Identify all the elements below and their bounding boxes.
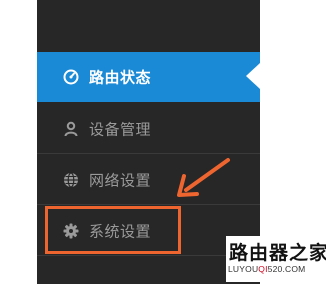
watermark-url: LUYOUQI520.COM [228,264,306,274]
watermark: 路由器之家 LUYOUQI520.COM [226,236,326,282]
watermark-title: 路由器之家 [229,242,326,264]
